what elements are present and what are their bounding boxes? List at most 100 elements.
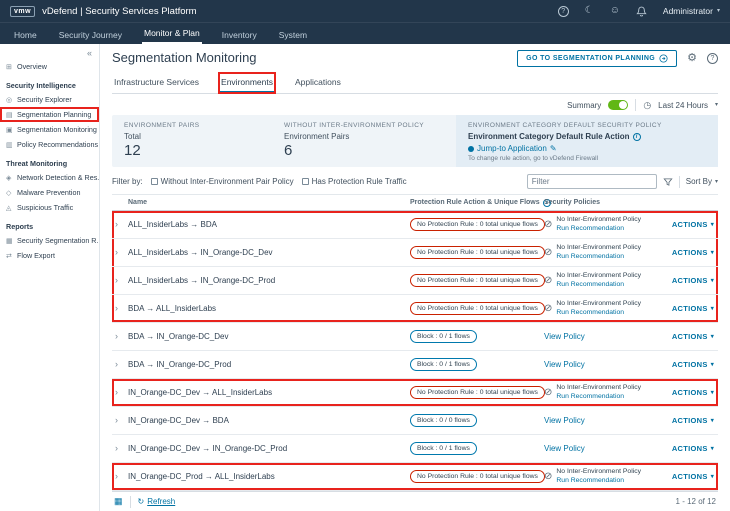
notification-bell-icon[interactable] — [636, 6, 647, 17]
checkbox-label: Without Inter-Environment Pair Policy — [161, 177, 294, 186]
row-expander-icon[interactable]: › — [112, 444, 128, 453]
sidebar-item-label: Policy Recommendations — [17, 140, 98, 149]
filter-input[interactable] — [527, 174, 657, 189]
checkbox-icon[interactable] — [151, 178, 158, 185]
page-help-icon[interactable]: ? — [707, 53, 718, 64]
sidebar-item-label: Malware Prevention — [17, 188, 81, 197]
table-row: › ALL_InsiderLabs → BDA No Protection Ru… — [112, 211, 718, 239]
chevron-down-icon: ▾ — [711, 390, 714, 396]
sidebar-item-network-detection-res[interactable]: ◈Network Detection & Res... — [0, 170, 99, 185]
sidebar-item-suspicious-traffic[interactable]: ◬Suspicious Traffic — [0, 200, 99, 215]
segmentation-planning-icon: ▤ — [6, 111, 14, 119]
row-actions-button[interactable]: ACTIONS ▾ — [672, 360, 718, 369]
sidebar-item-security-explorer[interactable]: ◎Security Explorer — [0, 92, 99, 107]
suspicious-traffic-icon: ◬ — [6, 204, 14, 212]
network-detection-res-icon: ◈ — [6, 174, 14, 182]
jump-to-application-link[interactable]: Jump-to Application — [477, 144, 547, 153]
row-expander-icon[interactable]: › — [112, 416, 128, 425]
row-actions-button[interactable]: ACTIONS ▾ — [672, 388, 718, 397]
filter-funnel-icon[interactable] — [663, 177, 673, 187]
chevron-down-icon: ▾ — [711, 222, 714, 228]
column-settings-icon[interactable]: ▦ — [114, 497, 123, 506]
gear-icon[interactable]: ⚙ — [687, 53, 697, 64]
sidebar-item-policy-recommendations[interactable]: ▥Policy Recommendations — [0, 137, 99, 152]
view-policy-link[interactable]: View Policy — [544, 332, 585, 341]
refresh-button[interactable]: ↻ Refresh — [138, 497, 176, 506]
row-expander-icon[interactable]: › — [112, 388, 128, 397]
go-to-segmentation-planning-button[interactable]: GO TO SEGMENTATION PLANNING — [517, 50, 677, 67]
run-recommendation-link[interactable]: Run Recommendation — [556, 477, 641, 486]
no-policy-ban-icon: ⊘ — [544, 276, 552, 286]
row-name: BDA → IN_Orange-DC_Dev — [128, 332, 410, 341]
sidebar-item-security-segmentation-r[interactable]: ▦Security Segmentation R... — [0, 233, 99, 248]
time-range-dropdown[interactable]: Last 24 Hours — [658, 101, 708, 110]
row-expander-icon[interactable]: › — [112, 332, 128, 341]
sidebar-item-label: Segmentation Planning — [17, 110, 91, 119]
sidebar-item-label: Suspicious Traffic — [17, 203, 73, 212]
filter-checkbox-without-policy[interactable]: Without Inter-Environment Pair Policy — [151, 177, 294, 186]
row-actions-button[interactable]: ACTIONS ▾ — [672, 472, 718, 481]
run-recommendation-link[interactable]: Run Recommendation — [556, 225, 641, 234]
sidebar-item-overview[interactable]: ⊞Overview — [0, 59, 99, 74]
view-policy-link[interactable]: View Policy — [544, 360, 585, 369]
sidebar-collapse-button[interactable]: « — [0, 45, 99, 59]
no-policy-ban-icon: ⊘ — [544, 472, 552, 482]
run-recommendation-link[interactable]: Run Recommendation — [556, 281, 641, 290]
edit-pencil-icon[interactable]: ✎ — [550, 145, 557, 153]
row-expander-icon[interactable]: › — [112, 360, 128, 369]
column-protection: Protection Rule Action & Unique Flows — [410, 199, 540, 206]
tab-infrastructure-services[interactable]: Infrastructure Services — [112, 73, 201, 93]
user-menu[interactable]: Administrator ▾ — [663, 6, 720, 16]
table-footer: ▦ ↻ Refresh 1 - 12 of 12 — [112, 491, 718, 511]
policy-cell: ⊘ No Inter-Environment Policy Run Recomm… — [544, 272, 652, 290]
row-actions-button[interactable]: ACTIONS ▾ — [672, 444, 718, 453]
nav-item-home[interactable]: Home — [12, 26, 39, 44]
sidebar-item-segmentation-planning[interactable]: ▤Segmentation Planning — [0, 107, 99, 122]
row-name: IN_Orange-DC_Dev → IN_Orange-DC_Prod — [128, 444, 410, 453]
policy-cell: ⊘ No Inter-Environment Policy Run Recomm… — [544, 300, 652, 318]
help-circle-icon[interactable]: ? — [558, 6, 569, 17]
feedback-smiley-icon[interactable]: ☺ — [610, 6, 620, 16]
nav-item-system[interactable]: System — [277, 26, 309, 44]
row-actions-button[interactable]: ACTIONS ▾ — [672, 332, 718, 341]
row-expander-icon[interactable]: › — [112, 276, 128, 285]
chevron-down-icon: ▾ — [711, 278, 714, 284]
run-recommendation-link[interactable]: Run Recommendation — [556, 309, 641, 318]
row-actions-button[interactable]: ACTIONS ▾ — [672, 276, 718, 285]
sort-by-dropdown[interactable]: Sort By ▾ — [686, 177, 718, 186]
table-row: › IN_Orange-DC_Prod → ALL_InsiderLabs No… — [112, 463, 718, 491]
tab-applications[interactable]: Applications — [293, 73, 343, 93]
nav-item-security-journey[interactable]: Security Journey — [57, 26, 124, 44]
run-recommendation-link[interactable]: Run Recommendation — [556, 253, 641, 262]
row-actions-button[interactable]: ACTIONS ▾ — [672, 304, 718, 313]
sidebar-item-label: Network Detection & Res... — [17, 173, 99, 182]
row-actions-button[interactable]: ACTIONS ▾ — [672, 220, 718, 229]
checkbox-icon[interactable] — [302, 178, 309, 185]
policy-cell: ⊘ No Inter-Environment Policy Run Recomm… — [544, 384, 652, 402]
sidebar-item-malware-prevention[interactable]: ◇Malware Prevention — [0, 185, 99, 200]
sidebar-item-segmentation-monitoring[interactable]: ▣Segmentation Monitoring — [0, 122, 99, 137]
info-icon[interactable]: i — [633, 133, 641, 141]
summary-toggle[interactable] — [608, 100, 628, 110]
view-policy-link[interactable]: View Policy — [544, 416, 585, 425]
nav-item-monitor-plan[interactable]: Monitor & Plan — [142, 24, 202, 44]
sidebar-item-flow-export[interactable]: ⇄Flow Export — [0, 248, 99, 263]
table-row: › ALL_InsiderLabs → IN_Orange-DC_Prod No… — [112, 267, 718, 295]
refresh-icon: ↻ — [138, 497, 145, 506]
view-policy-link[interactable]: View Policy — [544, 444, 585, 453]
row-expander-icon[interactable]: › — [112, 472, 128, 481]
divider — [679, 176, 680, 188]
moon-icon[interactable]: ☾ — [585, 6, 594, 16]
filter-checkbox-protection-traffic[interactable]: Has Protection Rule Traffic — [302, 177, 407, 186]
policy-cell: View Policy — [544, 360, 652, 369]
chevron-down-icon: ▾ — [711, 250, 714, 256]
tab-environments[interactable]: Environments — [219, 73, 275, 93]
row-actions-button[interactable]: ACTIONS ▾ — [672, 248, 718, 257]
row-actions-button[interactable]: ACTIONS ▾ — [672, 416, 718, 425]
actions-label: ACTIONS — [672, 360, 708, 369]
run-recommendation-link[interactable]: Run Recommendation — [556, 393, 641, 402]
nav-item-inventory[interactable]: Inventory — [220, 26, 259, 44]
row-expander-icon[interactable]: › — [112, 220, 128, 229]
row-expander-icon[interactable]: › — [112, 304, 128, 313]
row-expander-icon[interactable]: › — [112, 248, 128, 257]
